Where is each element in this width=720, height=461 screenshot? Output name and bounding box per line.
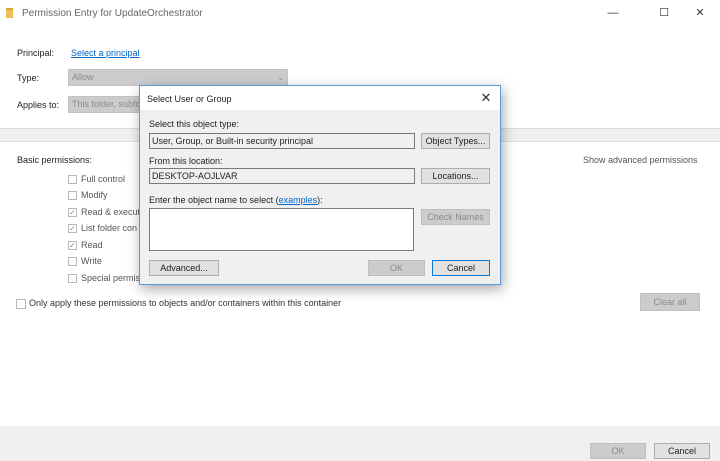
list-folder-checkbox[interactable]: ✓ — [68, 224, 77, 233]
dialog-title: Select User or Group — [147, 94, 232, 104]
chevron-down-icon: ⌄ — [277, 73, 284, 82]
modify-checkbox[interactable] — [68, 191, 77, 200]
dialog-title-bar: Select User or Group ✕ — [140, 86, 500, 110]
footer-bar: OK Cancel — [0, 436, 720, 461]
special-permissions-checkbox[interactable] — [68, 274, 77, 283]
examples-link[interactable]: examples — [279, 195, 318, 205]
folder-icon — [6, 8, 13, 18]
enter-object-name-suffix: ): — [317, 195, 323, 205]
advanced-button[interactable]: Advanced... — [149, 260, 219, 276]
close-button[interactable]: ✕ — [690, 6, 710, 20]
ok-button[interactable]: OK — [590, 443, 646, 459]
select-user-or-group-dialog: Select User or Group ✕ Select this objec… — [139, 85, 501, 285]
object-name-input[interactable] — [149, 208, 414, 251]
dialog-ok-button[interactable]: OK — [368, 260, 425, 276]
checkmark-icon: ✓ — [69, 241, 76, 250]
only-apply-checkbox[interactable] — [16, 299, 26, 309]
applies-to-value: This folder, subfo — [72, 99, 140, 109]
special-permissions-label: Special permis — [81, 273, 141, 283]
write-checkbox[interactable] — [68, 257, 77, 266]
title-bar: Permission Entry for UpdateOrchestrator … — [0, 0, 720, 28]
applies-to-label: Applies to: — [17, 100, 60, 110]
only-apply-label: Only apply these permissions to objects … — [29, 298, 342, 308]
full-control-checkbox[interactable] — [68, 175, 77, 184]
show-advanced-permissions-link[interactable]: Show advanced permissions — [583, 155, 698, 165]
type-label: Type: — [17, 73, 40, 83]
object-type-field: User, Group, or Built-in security princi… — [149, 133, 415, 149]
applies-to-dropdown[interactable]: This folder, subfo — [68, 96, 140, 113]
minimize-button[interactable]: — — [603, 6, 623, 20]
type-dropdown[interactable]: Allow ⌄ — [68, 69, 288, 86]
list-folder-label: List folder con — [81, 223, 138, 233]
check-names-button[interactable]: Check Names — [421, 209, 490, 225]
checkmark-icon: ✓ — [69, 224, 76, 233]
location-label: From this location: — [149, 156, 223, 166]
type-value: Allow — [72, 72, 94, 82]
basic-permissions-label: Basic permissions: — [17, 155, 93, 165]
resize-grip-icon[interactable]: ⋰ — [492, 276, 498, 282]
object-type-label: Select this object type: — [149, 119, 240, 129]
enter-object-name-label: Enter the object name to select (example… — [149, 195, 323, 205]
location-field: DESKTOP-AOJLVAR — [149, 168, 415, 184]
checkmark-icon: ✓ — [69, 208, 76, 217]
dialog-close-icon[interactable]: ✕ — [478, 90, 494, 106]
maximize-button[interactable]: ☐ — [654, 6, 674, 20]
read-label: Read — [81, 240, 103, 250]
object-types-button[interactable]: Object Types... — [421, 133, 490, 149]
read-checkbox[interactable]: ✓ — [68, 241, 77, 250]
full-control-label: Full control — [81, 174, 126, 184]
cancel-button[interactable]: Cancel — [654, 443, 710, 459]
enter-object-name-text: Enter the object name to select ( — [149, 195, 279, 205]
select-principal-link[interactable]: Select a principal — [71, 48, 140, 58]
principal-label: Principal: — [17, 48, 55, 58]
locations-button[interactable]: Locations... — [421, 168, 490, 184]
write-label: Write — [81, 256, 102, 266]
modify-label: Modify — [81, 190, 108, 200]
clear-all-button[interactable]: Clear all — [640, 293, 700, 311]
read-execute-label: Read & execut — [81, 207, 141, 217]
read-execute-checkbox[interactable]: ✓ — [68, 208, 77, 217]
window-title: Permission Entry for UpdateOrchestrator — [22, 8, 203, 19]
dialog-cancel-button[interactable]: Cancel — [432, 260, 490, 276]
